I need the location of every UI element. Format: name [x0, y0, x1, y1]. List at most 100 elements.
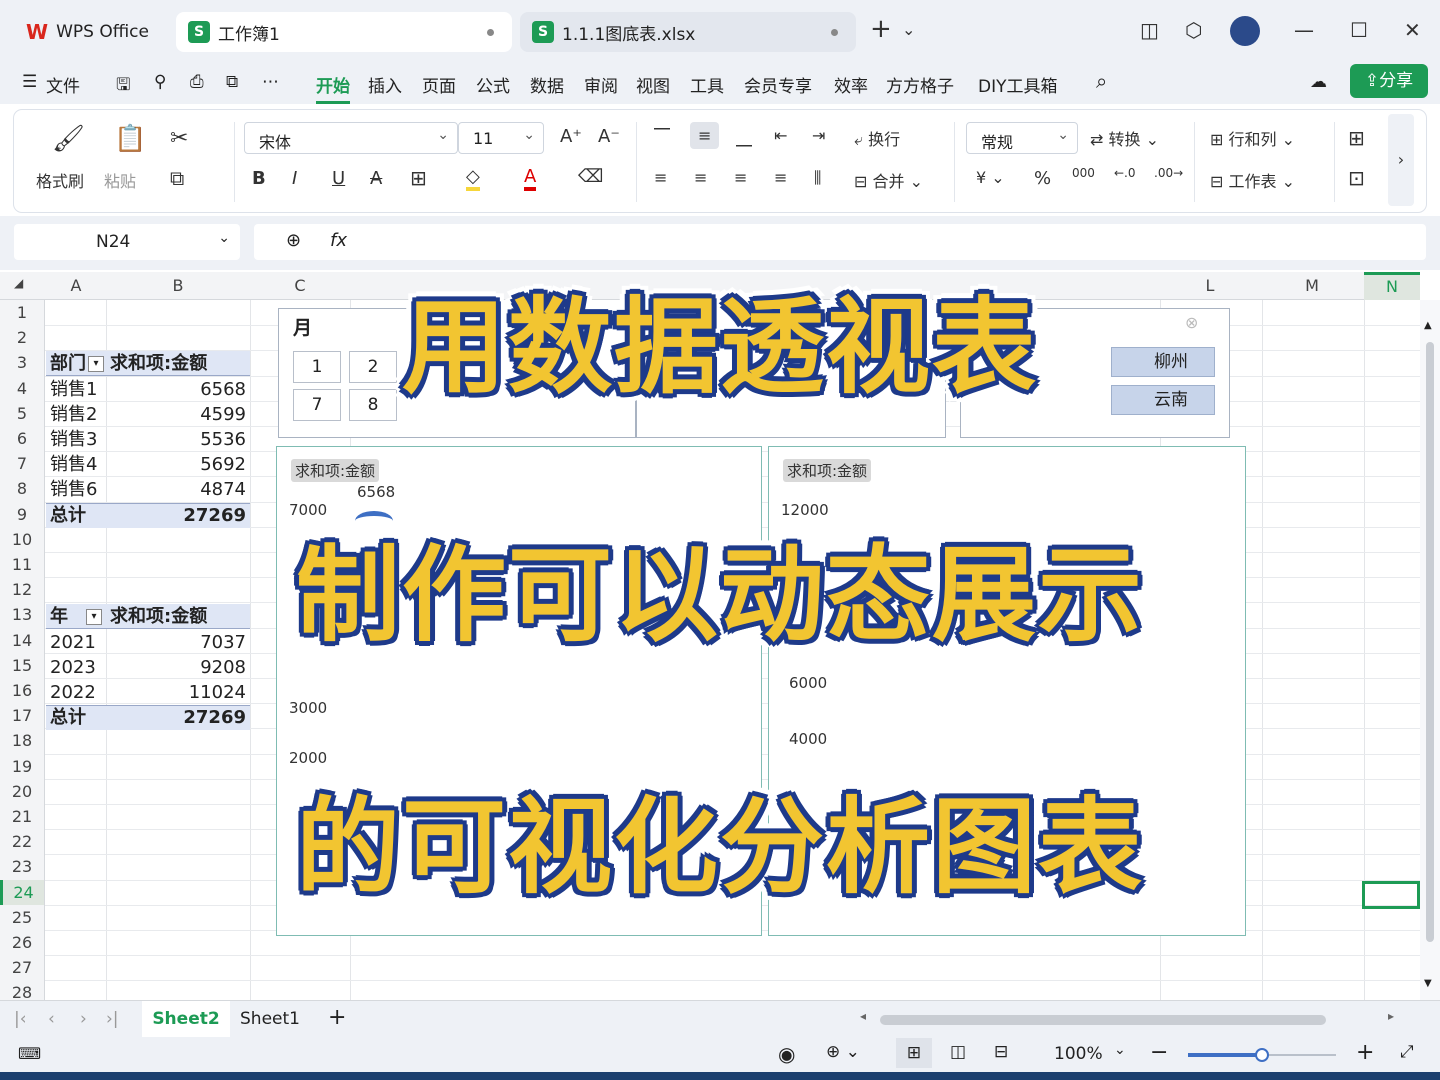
row-header[interactable]: 26 — [0, 930, 44, 955]
print-icon[interactable]: ⎙ — [190, 72, 204, 92]
worksheet-button[interactable]: ⊟ 工作表 ⌄ — [1210, 168, 1295, 192]
strikethrough-icon[interactable]: A — [370, 168, 382, 189]
wps-home-tab[interactable]: W WPS Office — [14, 12, 164, 52]
page-layout-icon[interactable]: ◫ — [950, 1042, 966, 1062]
align-bottom-icon[interactable]: ⎽ — [736, 128, 752, 148]
row-header[interactable]: 7 — [0, 451, 44, 476]
border-icon[interactable]: ⊞ — [410, 166, 427, 190]
tab-workbook1[interactable]: S 工作簿1 — [176, 12, 512, 52]
format-painter-button[interactable]: 格式刷 — [36, 168, 84, 192]
distribute-icon[interactable]: ⫼ — [814, 168, 821, 188]
normal-view-icon[interactable]: ⊞ — [896, 1038, 932, 1068]
last-sheet-icon[interactable]: ›| — [106, 1009, 119, 1029]
decrease-decimal-icon[interactable]: .00→ — [1154, 166, 1183, 180]
sheet-tab-sheet2[interactable]: Sheet2 — [142, 1001, 230, 1037]
wrap-text-button[interactable]: ⤶ 换行 — [854, 126, 900, 150]
copy-icon[interactable]: ⧉ — [170, 166, 184, 190]
row-header[interactable]: 8 — [0, 476, 44, 501]
search-icon[interactable]: ⌕ — [1096, 69, 1107, 93]
menu-member[interactable]: 会员专享 — [744, 72, 812, 97]
font-family-select[interactable]: 宋体 ⌄ — [244, 122, 458, 154]
menu-data[interactable]: 数据 — [530, 72, 564, 97]
menu-formula[interactable]: 公式 — [476, 72, 510, 97]
tab-list-chevron-icon[interactable]: ⌄ — [902, 20, 915, 39]
menu-home[interactable]: 开始 — [316, 72, 350, 104]
decrease-font-icon[interactable]: A⁻ — [598, 126, 620, 147]
link-icon[interactable]: ⚲ — [154, 72, 166, 92]
close-icon[interactable]: ✕ — [1404, 18, 1421, 42]
indent-decrease-icon[interactable]: ⇤ — [774, 126, 787, 145]
scroll-down-icon[interactable]: ▼ — [1424, 978, 1432, 989]
font-color-icon[interactable]: A — [524, 166, 537, 191]
row-header[interactable]: 17 — [0, 703, 44, 728]
align-center-icon[interactable]: ≡ — [694, 168, 707, 187]
bold-icon[interactable]: B — [252, 168, 266, 189]
fx-icon[interactable]: fx — [330, 230, 347, 251]
chart-field-button[interactable]: 求和项:金额 — [291, 459, 380, 482]
menu-diy[interactable]: DIY工具箱 — [978, 72, 1058, 97]
chart-field-button[interactable]: 求和项:金额 — [783, 459, 872, 482]
share-button[interactable]: ⇪分享 — [1350, 64, 1428, 98]
cut-icon[interactable]: ✂ — [170, 126, 188, 151]
locate-icon[interactable]: ⊕ ⌄ — [826, 1042, 860, 1062]
hamburger-icon[interactable]: ☰ — [22, 72, 37, 92]
new-tab-button[interactable]: + — [870, 14, 892, 44]
zoom-out-icon[interactable]: − — [1150, 1040, 1168, 1065]
indent-increase-icon[interactable]: ⇥ — [812, 126, 825, 145]
menu-file[interactable]: 文件 — [46, 72, 80, 97]
zoom-level[interactable]: 100% — [1054, 1044, 1103, 1064]
name-box[interactable]: N24 ⌄ — [14, 224, 240, 260]
sheet-tab-sheet1[interactable]: Sheet1 — [240, 1009, 300, 1029]
align-left-icon[interactable]: ≡ — [654, 168, 667, 187]
hscroll-right-icon[interactable]: ▸ — [1388, 1009, 1394, 1023]
zoom-formula-icon[interactable]: ⊕ — [286, 230, 301, 251]
cloud-icon[interactable]: ☁ — [1310, 72, 1327, 92]
justify-icon[interactable]: ≡ — [774, 168, 787, 187]
page-break-icon[interactable]: ⊟ — [994, 1042, 1008, 1062]
zoom-slider-knob[interactable] — [1255, 1048, 1269, 1062]
merge-button[interactable]: ⊟ 合并 ⌄ — [854, 168, 923, 192]
thousands-button[interactable]: 000 — [1072, 166, 1095, 180]
fullscreen-icon[interactable]: ⤢ — [1400, 1042, 1414, 1062]
menu-fangfang[interactable]: 方方格子 — [886, 72, 954, 97]
save-icon[interactable]: 🖫 — [116, 72, 130, 101]
zoom-dropdown-icon[interactable]: ⌄ — [1114, 1042, 1126, 1058]
rowcol-button[interactable]: ⊞ 行和列 ⌄ — [1210, 126, 1295, 150]
cube-icon[interactable]: ⬡ — [1185, 18, 1202, 42]
menu-efficiency[interactable]: 效率 — [834, 72, 868, 97]
layout-icon[interactable]: ◫ — [1140, 18, 1159, 42]
align-top-icon[interactable]: ⎺ — [654, 126, 670, 146]
add-sheet-button[interactable]: + — [328, 1005, 346, 1030]
font-size-select[interactable]: 11 ⌄ — [458, 122, 544, 154]
align-middle-icon[interactable]: ≡ — [690, 122, 720, 149]
ribbon-scroll-right-icon[interactable]: › — [1388, 114, 1414, 206]
menu-review[interactable]: 审阅 — [584, 72, 618, 97]
prev-sheet-icon[interactable]: ‹ — [48, 1009, 55, 1029]
horizontal-scroll-thumb[interactable] — [880, 1015, 1326, 1025]
zoom-in-icon[interactable]: + — [1356, 1040, 1374, 1065]
preview-icon[interactable]: ⧉ — [226, 72, 238, 92]
row-header[interactable]: 27 — [0, 955, 44, 980]
avatar[interactable] — [1230, 16, 1260, 46]
format-painter-icon[interactable]: 🖌 — [52, 124, 85, 154]
maximize-icon[interactable]: ☐ — [1350, 18, 1368, 42]
table-icon[interactable]: ⊞ — [1348, 126, 1365, 150]
fill-color-icon[interactable]: ◇ — [466, 166, 480, 191]
macro-icon[interactable]: ⌨ — [18, 1044, 41, 1063]
convert-button[interactable]: ⇄ 转换 ⌄ — [1090, 126, 1159, 150]
increase-font-icon[interactable]: A⁺ — [560, 126, 582, 147]
percent-button[interactable]: % — [1034, 168, 1051, 189]
row-header[interactable]: 19 — [0, 754, 44, 779]
increase-decimal-icon[interactable]: ←.0 — [1114, 166, 1136, 180]
row-header[interactable]: 9 — [0, 502, 44, 527]
currency-button[interactable]: ¥ ⌄ — [976, 168, 1005, 187]
menu-tools[interactable]: 工具 — [690, 72, 724, 97]
more-icon[interactable]: ⋯ — [262, 72, 279, 92]
underline-icon[interactable]: U — [332, 168, 345, 189]
italic-icon[interactable]: I — [292, 168, 297, 189]
menu-insert[interactable]: 插入 — [368, 72, 402, 97]
paste-icon[interactable]: 📋 — [114, 124, 146, 154]
paste-button[interactable]: 粘贴 — [104, 168, 136, 192]
menu-view[interactable]: 视图 — [636, 72, 670, 97]
formula-input[interactable]: ⊕ fx — [254, 224, 1426, 260]
